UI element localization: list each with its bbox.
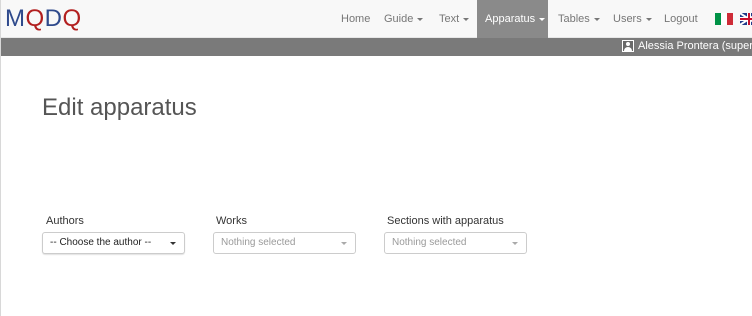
user-icon [622, 40, 634, 52]
nav-home-label: Home [341, 13, 371, 25]
caret-down-icon [593, 17, 600, 21]
nav-text[interactable]: Text [439, 0, 470, 38]
top-navbar: MQDQ Home Guide Text Apparatus Tables Us… [1, 0, 752, 38]
authors-label: Authors [46, 215, 84, 227]
caret-down-icon [512, 242, 518, 245]
user-name[interactable]: Alessia Prontera (supervisor) [638, 40, 752, 52]
nav-logout-label: Logout [664, 13, 698, 25]
logo-letter-d: D [44, 5, 63, 32]
caret-down-icon [463, 17, 470, 21]
sections-select[interactable]: Nothing selected [384, 232, 527, 254]
logo-letter-m: M [5, 5, 26, 32]
english-flag-icon[interactable] [740, 13, 752, 25]
nav-tables[interactable]: Tables [558, 0, 600, 38]
sections-select-value: Nothing selected [392, 237, 467, 248]
caret-down-icon [645, 17, 652, 21]
caret-down-icon [170, 242, 176, 245]
authors-select-value: -- Choose the author -- [50, 237, 152, 248]
nav-text-label: Text [439, 13, 460, 25]
logo-letter-q: Q [25, 5, 45, 32]
nav-tables-label: Tables [558, 13, 590, 25]
nav-apparatus-label: Apparatus [485, 13, 536, 25]
caret-down-icon [539, 17, 546, 21]
nav-guide[interactable]: Guide [384, 0, 424, 38]
nav-home[interactable]: Home [341, 0, 370, 38]
site-logo[interactable]: MQDQ [5, 5, 82, 33]
works-select-value: Nothing selected [221, 237, 296, 248]
user-bar: Alessia Prontera (supervisor) [1, 38, 752, 56]
nav-guide-label: Guide [384, 13, 414, 25]
nav-users[interactable]: Users [613, 0, 652, 38]
caret-down-icon [341, 242, 347, 245]
caret-down-icon [417, 17, 424, 21]
italian-flag-icon[interactable] [715, 13, 733, 25]
nav-users-label: Users [613, 13, 642, 25]
works-label: Works [216, 215, 247, 227]
authors-select[interactable]: -- Choose the author -- [42, 232, 185, 254]
nav-apparatus[interactable]: Apparatus [477, 0, 548, 38]
sections-label: Sections with apparatus [387, 215, 504, 227]
nav-logout[interactable]: Logout [664, 0, 698, 38]
logo-letter-q-2: Q [62, 5, 82, 32]
works-select[interactable]: Nothing selected [213, 232, 356, 254]
page-title: Edit apparatus [42, 94, 197, 121]
